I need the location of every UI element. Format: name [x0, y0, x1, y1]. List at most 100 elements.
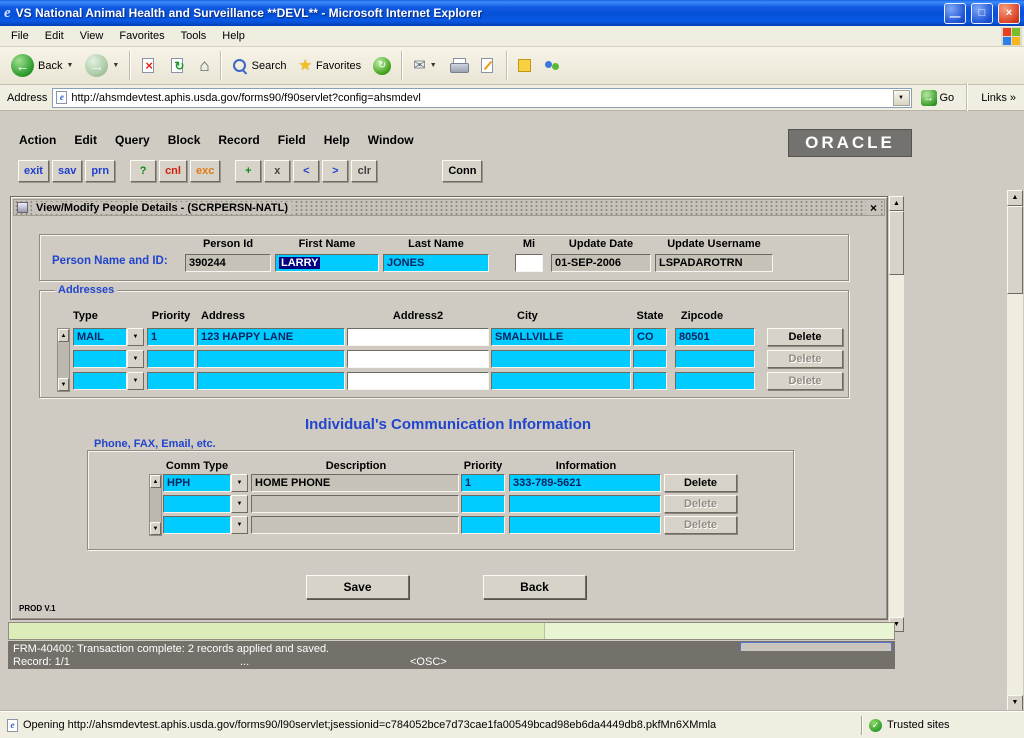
save-button[interactable]: Save	[306, 575, 409, 599]
toolbar-exit-button[interactable]: exit	[18, 160, 49, 182]
oracle-menu-help[interactable]: Help	[315, 131, 359, 149]
comm-type-field[interactable]	[163, 495, 231, 513]
address-priority-field[interactable]	[147, 372, 195, 390]
back-button[interactable]: ← Back ▼	[6, 50, 78, 82]
comm-information-field[interactable]	[509, 495, 661, 513]
address-input[interactable]: e http://ahsmdevtest.aphis.usda.gov/form…	[52, 88, 911, 108]
menu-edit[interactable]: Edit	[37, 27, 72, 45]
comm-priority-field[interactable]	[461, 495, 505, 513]
city-field[interactable]	[491, 350, 631, 368]
address-type-dropdown[interactable]: ▼	[127, 328, 144, 346]
oracle-menu-window[interactable]: Window	[359, 131, 423, 149]
scroll-down-button[interactable]: ▼	[58, 378, 69, 391]
update-date-field[interactable]: 01-SEP-2006	[551, 254, 651, 272]
scroll-down-button[interactable]: ▼	[150, 522, 161, 535]
history-button[interactable]: ↻	[368, 50, 396, 82]
toolbar-sav-button[interactable]: sav	[52, 160, 82, 182]
comm-type-dropdown[interactable]: ▼	[231, 495, 248, 513]
oracle-menu-field[interactable]: Field	[269, 131, 315, 149]
toolbar-clr-button[interactable]: clr	[351, 160, 377, 182]
print-button[interactable]	[444, 50, 473, 82]
home-button[interactable]: ⌂	[194, 50, 214, 82]
links-button[interactable]: Links »	[976, 92, 1021, 104]
state-field[interactable]	[633, 372, 667, 390]
edit-button[interactable]	[475, 50, 501, 82]
update-username-field[interactable]: LSPADAROTRN	[655, 254, 773, 272]
address2-field[interactable]	[347, 350, 489, 368]
close-button[interactable]: ×	[998, 3, 1020, 24]
oracle-menu-action[interactable]: Action	[10, 131, 65, 149]
page-scrollbar[interactable]: ▲ ▼	[1007, 190, 1023, 711]
scroll-up-button[interactable]: ▲	[1007, 190, 1023, 206]
zipcode-field[interactable]	[675, 350, 755, 368]
address2-field[interactable]	[347, 372, 489, 390]
mail-button[interactable]: ✉ ▼	[408, 50, 442, 82]
menu-favorites[interactable]: Favorites	[111, 27, 172, 45]
addresses-scrollbar[interactable]: ▲ ▼	[57, 328, 70, 392]
address-dropdown-button[interactable]: ▼	[893, 90, 910, 106]
zipcode-field[interactable]	[675, 372, 755, 390]
address-field[interactable]	[197, 350, 345, 368]
menu-view[interactable]: View	[72, 27, 112, 45]
address-field[interactable]: 123 HAPPY LANE	[197, 328, 345, 346]
minimize-button[interactable]: —	[944, 3, 966, 24]
toolbar-next-button[interactable]: >	[322, 160, 348, 182]
form-close-button[interactable]: ×	[866, 201, 881, 215]
go-button[interactable]: → Go	[917, 90, 959, 106]
comm-priority-field[interactable]	[461, 516, 505, 534]
address-priority-field[interactable]	[147, 350, 195, 368]
state-field[interactable]: CO	[633, 328, 667, 346]
address-type-field[interactable]	[73, 372, 127, 390]
stop-button[interactable]: ×	[136, 50, 163, 82]
delete-comm-button[interactable]: Delete	[664, 474, 737, 492]
scrollbar-thumb[interactable]	[889, 211, 904, 275]
comm-priority-field[interactable]: 1	[461, 474, 505, 492]
scroll-up-button[interactable]: ▲	[58, 329, 69, 342]
address-type-dropdown[interactable]: ▼	[127, 350, 144, 368]
partially-visible-button[interactable]	[740, 642, 892, 651]
state-field[interactable]	[633, 350, 667, 368]
person-id-field[interactable]: 390244	[185, 254, 271, 272]
scrollbar-thumb[interactable]	[1007, 206, 1023, 294]
address-priority-field[interactable]: 1	[147, 328, 195, 346]
oracle-menu-edit[interactable]: Edit	[65, 131, 106, 149]
messenger-button[interactable]	[538, 50, 566, 82]
menu-file[interactable]: File	[3, 27, 37, 45]
form-title-bar[interactable]: View/Modify People Details - (SCRPERSN-N…	[13, 199, 885, 216]
oracle-menu-query[interactable]: Query	[106, 131, 159, 149]
scroll-up-button[interactable]: ▲	[889, 196, 904, 211]
address-type-field[interactable]: MAIL	[73, 328, 127, 346]
mi-field[interactable]	[515, 254, 543, 272]
city-field[interactable]: SMALLVILLE	[491, 328, 631, 346]
toolbar-help-button[interactable]: ?	[130, 160, 156, 182]
menu-tools[interactable]: Tools	[173, 27, 215, 45]
toolbar-exc-button[interactable]: exc	[190, 160, 220, 182]
toolbar-remove-button[interactable]: x	[264, 160, 290, 182]
back-form-button[interactable]: Back	[483, 575, 586, 599]
refresh-button[interactable]: ↻	[165, 50, 192, 82]
scroll-up-button[interactable]: ▲	[150, 475, 161, 488]
toolbar-conn-button[interactable]: Conn	[442, 160, 482, 182]
delete-address-button[interactable]: Delete	[767, 328, 843, 346]
address-url[interactable]: http://ahsmdevtest.aphis.usda.gov/forms9…	[71, 92, 888, 104]
city-field[interactable]	[491, 372, 631, 390]
scroll-down-button[interactable]: ▼	[1007, 695, 1023, 711]
last-name-field[interactable]: JONES	[383, 254, 489, 272]
zipcode-field[interactable]: 80501	[675, 328, 755, 346]
toolbar-insert-button[interactable]: +	[235, 160, 261, 182]
address-type-field[interactable]	[73, 350, 127, 368]
comm-type-dropdown[interactable]: ▼	[231, 516, 248, 534]
toolbar-previous-button[interactable]: <	[293, 160, 319, 182]
maximize-button[interactable]: □	[971, 3, 993, 24]
notes-button[interactable]	[513, 50, 536, 82]
comm-type-dropdown[interactable]: ▼	[231, 474, 248, 492]
comm-information-field[interactable]	[509, 516, 661, 534]
address2-field[interactable]	[347, 328, 489, 346]
communication-scrollbar[interactable]: ▲ ▼	[149, 474, 162, 536]
favorites-button[interactable]: ★ Favorites	[293, 50, 366, 82]
forward-button[interactable]: → ▼	[80, 50, 124, 82]
toolbar-cnl-button[interactable]: cnl	[159, 160, 187, 182]
search-button[interactable]: Search	[227, 50, 292, 82]
form-scrollbar[interactable]: ▲ ▼	[889, 196, 904, 632]
comm-information-field[interactable]: 333-789-5621	[509, 474, 661, 492]
